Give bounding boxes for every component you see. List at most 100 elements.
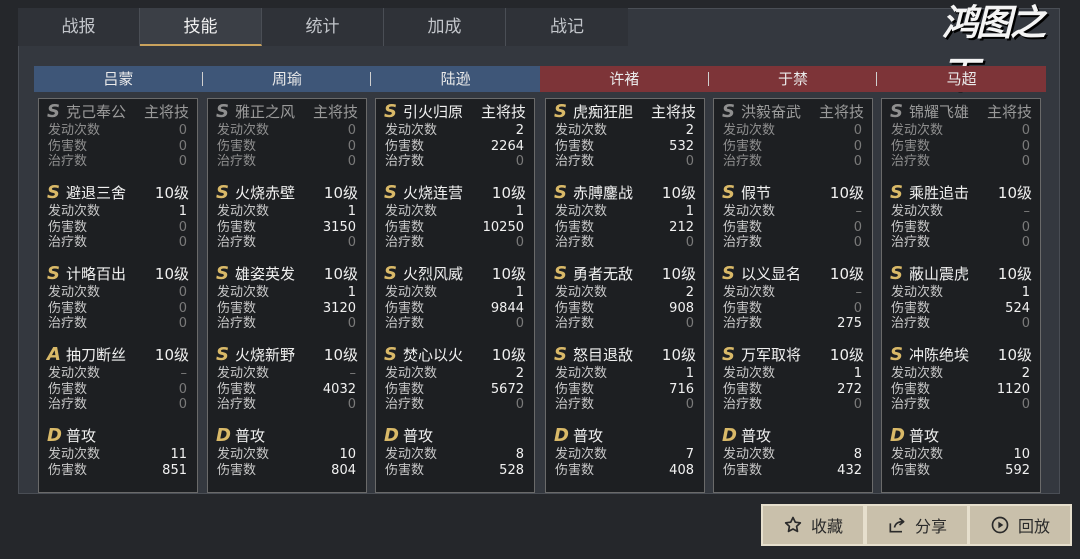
tab-2[interactable]: 技能 bbox=[140, 8, 262, 46]
skill-header: S 赤膊鏖战 10级 bbox=[546, 182, 704, 204]
skill-grade: S bbox=[47, 263, 60, 284]
share-button[interactable]: 分享 bbox=[865, 504, 969, 546]
stat-label: 伤害数 bbox=[891, 138, 931, 154]
stat-row: 发动次数 2 bbox=[376, 366, 534, 382]
stat-row: 伤害数 716 bbox=[546, 382, 704, 398]
skill-column-1: S 克己奉公 主将技 发动次数 0 伤害数 0 治疗数 0 S 避退三舍 10级 发动次数 1 伤害数 0 治疗… bbox=[38, 98, 198, 493]
tab-3[interactable]: 统计 bbox=[262, 8, 384, 46]
general-header: 许褚 bbox=[539, 66, 709, 92]
stat-value: 0 bbox=[853, 138, 862, 154]
skill-grade: A bbox=[47, 344, 61, 365]
stat-value: 0 bbox=[1021, 123, 1030, 138]
skill-grade: S bbox=[47, 182, 60, 203]
stat-value: 2 bbox=[685, 285, 694, 300]
stat-label: 发动次数 bbox=[723, 285, 776, 300]
stat-row: 伤害数 0 bbox=[882, 139, 1040, 155]
stat-label: 发动次数 bbox=[723, 366, 776, 381]
stat-row: 治疗数 0 bbox=[39, 235, 197, 251]
stat-label: 治疗数 bbox=[891, 235, 931, 250]
skill-name: 引火归原 bbox=[403, 103, 464, 121]
stat-row: 治疗数 0 bbox=[882, 154, 1040, 170]
tab-1[interactable]: 战报 bbox=[18, 8, 140, 46]
stat-label: 发动次数 bbox=[385, 123, 438, 138]
stat-row: 治疗数 0 bbox=[546, 316, 704, 332]
stat-row: 发动次数 0 bbox=[882, 123, 1040, 139]
stat-value: 2264 bbox=[490, 138, 524, 154]
stat-label: 伤害数 bbox=[385, 300, 425, 316]
skill-level: 10级 bbox=[323, 346, 358, 364]
skill-header: S 勇者无敌 10级 bbox=[546, 263, 704, 285]
stat-label: 治疗数 bbox=[385, 154, 425, 169]
skill-grade: S bbox=[722, 263, 735, 284]
skill-header: S 锦耀飞雄 主将技 bbox=[882, 101, 1040, 123]
stat-label: 伤害数 bbox=[555, 462, 595, 478]
skill-grade: S bbox=[216, 182, 229, 203]
skill-grade: S bbox=[890, 263, 903, 284]
stat-value: 432 bbox=[837, 462, 862, 478]
skill-name: 抽刀断丝 bbox=[66, 346, 127, 364]
stat-value: 0 bbox=[685, 316, 694, 331]
stat-value: 0 bbox=[515, 316, 524, 331]
skill-header: S 虎痴狂胆 主将技 bbox=[546, 101, 704, 123]
skill-header: D 普攻 bbox=[39, 425, 197, 447]
stat-label: 伤害数 bbox=[217, 138, 257, 154]
skill-level: 10级 bbox=[661, 346, 696, 364]
stat-value: 275 bbox=[837, 316, 862, 331]
stat-value: 2 bbox=[685, 123, 694, 138]
skill-header: D 普攻 bbox=[882, 425, 1040, 447]
skill-entry: S 锦耀飞雄 主将技 发动次数 0 伤害数 0 治疗数 0 bbox=[882, 101, 1040, 170]
stat-value: 8 bbox=[515, 447, 524, 462]
stat-label: 治疗数 bbox=[555, 316, 595, 331]
stat-row: 治疗数 0 bbox=[546, 235, 704, 251]
skill-entry: S 冲陈绝埃 10级 发动次数 2 伤害数 1120 治疗数 0 bbox=[882, 344, 1040, 413]
stat-label: 发动次数 bbox=[723, 204, 776, 219]
play-button[interactable]: 回放 bbox=[968, 504, 1072, 546]
stat-value: 10250 bbox=[482, 219, 524, 235]
stat-value: 0 bbox=[178, 138, 187, 154]
stat-row: 伤害数 532 bbox=[546, 139, 704, 155]
stat-value: 1 bbox=[685, 204, 694, 219]
stat-label: 伤害数 bbox=[891, 381, 931, 397]
tab-5[interactable]: 战记 bbox=[506, 8, 628, 46]
stat-value: 11 bbox=[170, 447, 187, 462]
skill-grade: S bbox=[722, 182, 735, 203]
skill-level: 10级 bbox=[829, 265, 864, 283]
skill-header: S 焚心以火 10级 bbox=[376, 344, 534, 366]
stat-value: 0 bbox=[178, 316, 187, 331]
tab-4[interactable]: 加成 bbox=[384, 8, 506, 46]
stat-value: 9844 bbox=[490, 300, 524, 316]
stat-value: 0 bbox=[515, 397, 524, 412]
skill-level: 10级 bbox=[491, 265, 526, 283]
general-header: 周瑜 bbox=[202, 66, 372, 92]
stat-value: 1 bbox=[685, 366, 694, 381]
stat-value: 0 bbox=[178, 300, 187, 316]
general-header: 陆逊 bbox=[371, 66, 540, 92]
skill-header: S 雅正之风 主将技 bbox=[208, 101, 366, 123]
stat-row: 发动次数 0 bbox=[208, 123, 366, 139]
stat-value: 0 bbox=[853, 235, 862, 250]
skill-grade: S bbox=[890, 344, 903, 365]
tab-bar: 战报 技能 统计 加成 战记 bbox=[18, 8, 628, 46]
star-button[interactable]: 收藏 bbox=[761, 504, 865, 546]
stat-label: 伤害数 bbox=[385, 219, 425, 235]
skill-header: D 普攻 bbox=[376, 425, 534, 447]
stat-row: 发动次数 2 bbox=[546, 285, 704, 301]
stat-row: 伤害数 0 bbox=[39, 301, 197, 317]
skill-header: D 普攻 bbox=[714, 425, 872, 447]
stat-value: 408 bbox=[669, 462, 694, 478]
skill-entry: S 赤膊鏖战 10级 发动次数 1 伤害数 212 治疗数 0 bbox=[546, 182, 704, 251]
stat-row: 发动次数 – bbox=[39, 366, 197, 382]
skill-name: 虎痴狂胆 bbox=[573, 103, 634, 121]
stat-row: 伤害数 0 bbox=[882, 220, 1040, 236]
share-icon bbox=[887, 515, 907, 535]
stat-label: 发动次数 bbox=[555, 285, 608, 300]
stat-row: 发动次数 8 bbox=[376, 447, 534, 463]
stat-label: 治疗数 bbox=[723, 397, 763, 412]
stat-value: 0 bbox=[347, 316, 356, 331]
stat-value: 1 bbox=[347, 204, 356, 219]
stat-row: 治疗数 0 bbox=[376, 397, 534, 413]
stat-value: 0 bbox=[1021, 316, 1030, 331]
stat-label: 伤害数 bbox=[48, 462, 88, 478]
stat-value: – bbox=[349, 366, 357, 381]
stat-row: 发动次数 – bbox=[208, 366, 366, 382]
